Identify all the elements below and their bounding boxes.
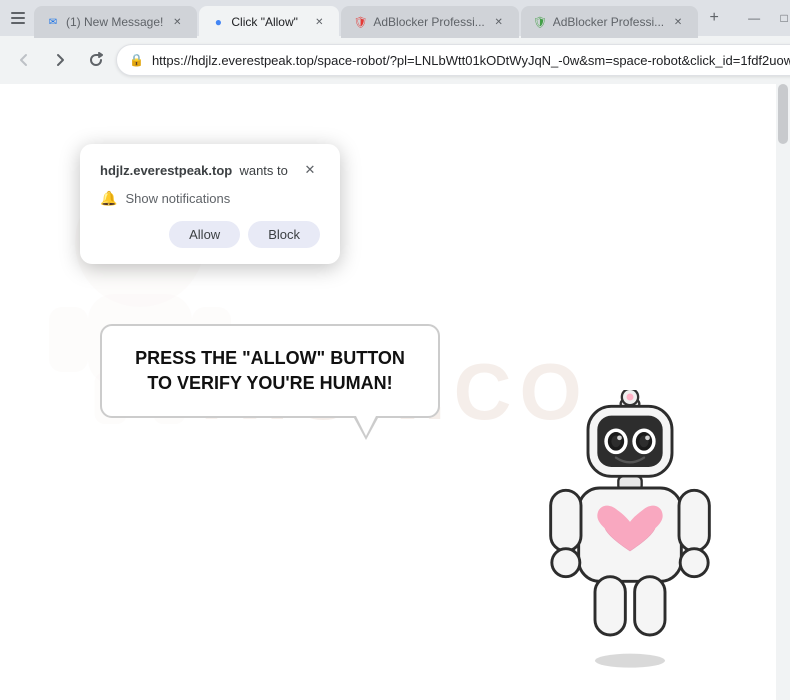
address-bar: 🔒 https://hdjlz.everestpeak.top/space-ro… (0, 36, 790, 84)
popup-domain-bold: hdjlz.everestpeak.top (100, 163, 232, 178)
allow-button[interactable]: Allow (169, 221, 240, 248)
speech-bubble: PRESS THE "ALLOW" BUTTON TO VERIFY YOU'R… (100, 324, 440, 418)
scrollbar-thumb[interactable] (778, 84, 788, 144)
new-tab-button[interactable]: + (700, 4, 728, 32)
popup-buttons: Allow Block (100, 221, 320, 248)
tab-click-allow[interactable]: ● Click "Allow" ✕ (199, 6, 339, 38)
tab-title-2: Click "Allow" (231, 15, 305, 29)
tab-close-4[interactable]: ✕ (670, 14, 686, 30)
bell-icon: 🔔 (100, 190, 117, 207)
popup-close-button[interactable]: ✕ (300, 160, 320, 180)
popup-notification-row: 🔔 Show notifications (100, 190, 320, 207)
tab-favicon-4: 🛡 (533, 15, 547, 29)
minimize-button[interactable]: — (740, 4, 768, 32)
block-button[interactable]: Block (248, 221, 320, 248)
window-controls: — □ ✕ (740, 4, 790, 32)
tab-close-1[interactable]: ✕ (169, 14, 185, 30)
tab-title-3: AdBlocker Professi... (373, 15, 484, 29)
url-text: https://hdjlz.everestpeak.top/space-robo… (152, 53, 790, 68)
tab-bar: ✉ (1) New Message! ✕ ● Click "Allow" ✕ 🛡… (0, 0, 790, 36)
page-content: RISK.CO hdjlz.everestpeak.top wants to ✕ (0, 84, 790, 700)
tab-new-message[interactable]: ✉ (1) New Message! ✕ (34, 6, 197, 38)
tab-favicon-2: ● (211, 15, 225, 29)
tab-adblocker-1[interactable]: 🛡 AdBlocker Professi... ✕ (341, 6, 518, 38)
maximize-button[interactable]: □ (770, 4, 790, 32)
back-button[interactable] (8, 44, 40, 76)
tab-title-1: (1) New Message! (66, 15, 163, 29)
popup-wants-to: wants to (239, 163, 287, 178)
tab-favicon-1: ✉ (46, 15, 60, 29)
popup-notification-label: Show notifications (125, 191, 230, 206)
tab-adblocker-2[interactable]: 🛡 AdBlocker Professi... ✕ (521, 6, 698, 38)
popup-domain: hdjlz.everestpeak.top wants to (100, 163, 288, 178)
url-bar[interactable]: 🔒 https://hdjlz.everestpeak.top/space-ro… (116, 44, 790, 76)
tab-menu-icon[interactable] (4, 4, 32, 32)
notification-popup: hdjlz.everestpeak.top wants to ✕ 🔔 Show … (80, 144, 340, 264)
popup-header: hdjlz.everestpeak.top wants to ✕ (100, 160, 320, 180)
reload-button[interactable] (80, 44, 112, 76)
tab-title-4: AdBlocker Professi... (553, 15, 664, 29)
tab-favicon-3: 🛡 (353, 15, 367, 29)
bubble-text: PRESS THE "ALLOW" BUTTON TO VERIFY YOU'R… (126, 346, 414, 396)
browser-window: ✉ (1) New Message! ✕ ● Click "Allow" ✕ 🛡… (0, 0, 790, 700)
security-lock-icon: 🔒 (129, 53, 144, 67)
forward-button[interactable] (44, 44, 76, 76)
robot-illustration (530, 390, 730, 670)
tab-close-3[interactable]: ✕ (491, 14, 507, 30)
tab-close-2[interactable]: ✕ (311, 14, 327, 30)
scrollbar[interactable] (776, 84, 790, 700)
